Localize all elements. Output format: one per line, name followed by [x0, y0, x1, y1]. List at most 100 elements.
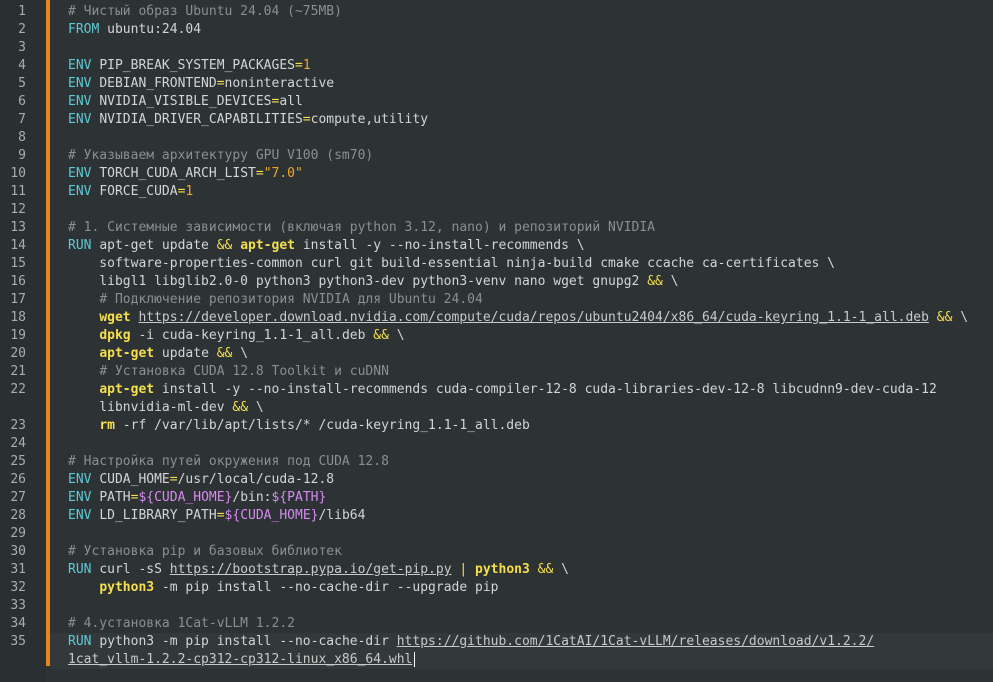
code-line[interactable]: # Указываем архитектуру GPU V100 (sm70): [68, 147, 993, 165]
code-line[interactable]: [68, 525, 993, 543]
code-line[interactable]: [68, 435, 993, 453]
code-line[interactable]: RUN python3 -m pip install --no-cache-di…: [50, 633, 993, 651]
code-line[interactable]: [68, 597, 993, 615]
code-token: 1: [185, 184, 194, 199]
code-token: wget: [99, 310, 131, 325]
code-line[interactable]: 1cat_vllm-1.2.2-cp312-cp312-linux_x86_64…: [50, 651, 993, 669]
line-number: 16: [10, 274, 26, 289]
line-number: 3: [18, 40, 26, 55]
code-token: compute,utility: [310, 112, 429, 127]
code-line[interactable]: RUN curl -sS https://bootstrap.pypa.io/g…: [68, 561, 993, 579]
code-line[interactable]: software-properties-common curl git buil…: [68, 255, 993, 273]
line-number: 6: [18, 94, 26, 109]
code-line[interactable]: libgl1 libglib2.0-0 python3 python3-dev …: [68, 273, 993, 291]
code-token: NVIDIA_VISIBLE_DEVICES: [99, 94, 272, 109]
code-line[interactable]: # Настройка путей окружения под CUDA 12.…: [68, 453, 993, 471]
code-editor[interactable]: 1 2 3 4 5 6 7 8 9 10 11 12 13 14 15 16 17 18 19 20 21 22 23 24 2…: [0, 0, 993, 682]
line-number: 1: [18, 4, 26, 19]
line-number: 21: [10, 364, 26, 379]
code-line[interactable]: # 4.установка 1Cat-vLLM 1.2.2: [68, 615, 993, 633]
line-number: 35: [10, 634, 26, 649]
code-line[interactable]: ENV PATH=${CUDA_HOME}/bin:${PATH}: [68, 489, 993, 507]
code-token: apt-get update: [99, 238, 217, 253]
code-line[interactable]: # Подключение репозитория NVIDIA для Ubu…: [68, 291, 993, 309]
code-token: libgl1 libglib2.0-0 python3 python3-dev …: [68, 274, 648, 289]
code-line[interactable]: # Установка pip и базовых библиотек: [68, 543, 993, 561]
code-area[interactable]: # Чистый образ Ubuntu 24.04 (~75MB) FROM …: [50, 3, 993, 669]
code-line[interactable]: RUN apt-get update && apt-get install -y…: [68, 237, 993, 255]
code-token: ENV: [68, 112, 100, 127]
code-line[interactable]: python3 -m pip install --no-cache-dir --…: [68, 579, 993, 597]
code-line[interactable]: apt-get install -y --no-install-recommen…: [68, 381, 993, 399]
code-line[interactable]: ENV NVIDIA_VISIBLE_DEVICES=all: [68, 93, 993, 111]
code-token: NVIDIA_DRIVER_CAPABILITIES: [99, 112, 303, 127]
line-number: 28: [10, 508, 26, 523]
code-line[interactable]: ENV DEBIAN_FRONTEND=noninteractive: [68, 75, 993, 93]
line-number: 9: [18, 148, 26, 163]
line-number: 11: [10, 184, 26, 199]
code-line[interactable]: # 1. Системные зависимости (включая pyth…: [68, 219, 993, 237]
line-number: 4: [18, 58, 26, 73]
code-token: &&: [216, 238, 233, 253]
code-line[interactable]: ENV LD_LIBRARY_PATH=${CUDA_HOME}/lib64: [68, 507, 993, 525]
code-link[interactable]: https://github.com/1CatAI/1Cat-vLLM/rele…: [397, 634, 874, 649]
code-line[interactable]: dpkg -i cuda-keyring_1.1-1_all.deb && \: [68, 327, 993, 345]
code-line[interactable]: ENV CUDA_HOME=/usr/local/cuda-12.8: [68, 471, 993, 489]
code-line[interactable]: apt-get update && \: [68, 345, 993, 363]
line-number: 26: [10, 472, 26, 487]
code-token: LD_LIBRARY_PATH: [99, 508, 217, 523]
code-line[interactable]: ENV FORCE_CUDA=1: [68, 183, 993, 201]
code-token: software-properties-common curl git buil…: [68, 256, 836, 271]
code-line[interactable]: # Чистый образ Ubuntu 24.04 (~75MB): [68, 3, 993, 21]
line-number: 19: [10, 328, 26, 343]
modified-lines-indicator: [46, 0, 50, 666]
code-token: ENV: [68, 76, 100, 91]
code-token: # Установка CUDA 12.8 Toolkit и cuDNN: [99, 364, 389, 379]
code-token: -rf /var/lib/apt/lists/* /cuda-keyring_1…: [114, 418, 530, 433]
code-token: ENV: [68, 508, 100, 523]
line-number: 34: [10, 616, 26, 631]
code-token: python3: [475, 562, 530, 577]
code-token: \: [662, 274, 679, 289]
code-token: \: [952, 310, 969, 325]
code-token: \: [232, 346, 249, 361]
code-line[interactable]: [68, 39, 993, 57]
line-number: 15: [10, 256, 26, 271]
code-token: RUN: [68, 562, 100, 577]
code-token: ENV: [68, 184, 100, 199]
code-line[interactable]: ENV PIP_BREAK_SYSTEM_PACKAGES=1: [68, 57, 993, 75]
code-token: =: [255, 166, 264, 181]
code-link[interactable]: https://developer.download.nvidia.com/co…: [138, 310, 929, 325]
code-line[interactable]: rm -rf /var/lib/apt/lists/* /cuda-keyrin…: [68, 417, 993, 435]
code-token: =: [294, 58, 303, 73]
code-line[interactable]: libnvidia-ml-dev && \: [68, 399, 993, 417]
code-token: ${CUDA_HOME}: [138, 490, 233, 505]
line-number: 33: [10, 598, 26, 613]
code-token: \: [248, 400, 264, 415]
code-token: ${PATH}: [271, 490, 327, 505]
code-line[interactable]: [68, 201, 993, 219]
code-line[interactable]: ENV NVIDIA_DRIVER_CAPABILITIES=compute,u…: [68, 111, 993, 129]
code-link[interactable]: https://bootstrap.pypa.io/get-pip.py: [170, 562, 452, 577]
code-token: apt-get: [99, 346, 155, 361]
line-number: 32: [10, 580, 26, 595]
code-token: rm: [99, 418, 115, 433]
line-number: 12: [10, 202, 26, 217]
code-link[interactable]: 1cat_vllm-1.2.2-cp312-cp312-linux_x86_64…: [68, 652, 412, 667]
code-token: # Чистый образ Ubuntu 24.04 (~75MB): [68, 4, 342, 19]
code-line[interactable]: wget https://developer.download.nvidia.c…: [68, 309, 993, 327]
code-token: "7.0": [263, 166, 303, 181]
line-number: 14: [10, 238, 26, 253]
code-token: |: [459, 562, 468, 577]
code-token: python3: [99, 580, 155, 595]
code-token: =: [169, 472, 178, 487]
code-line[interactable]: # Установка CUDA 12.8 Toolkit и cuDNN: [68, 363, 993, 381]
code-token: libnvidia-ml-dev: [68, 400, 233, 415]
code-line[interactable]: ENV TORCH_CUDA_ARCH_LIST="7.0": [68, 165, 993, 183]
code-line[interactable]: [68, 129, 993, 147]
line-number: 23: [10, 418, 26, 433]
code-line[interactable]: FROM ubuntu:24.04: [68, 21, 993, 39]
